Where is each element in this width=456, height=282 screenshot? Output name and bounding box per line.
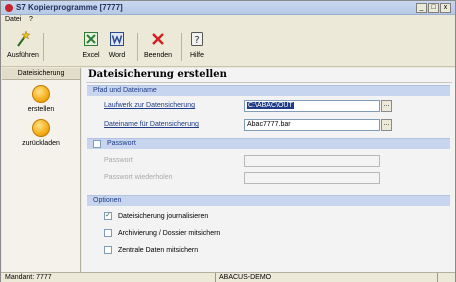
password-field[interactable] bbox=[244, 155, 380, 167]
status-bar: Mandant: 7777 ABACUS-DEMO bbox=[1, 272, 455, 282]
close-x-icon bbox=[151, 29, 165, 49]
option-central[interactable]: Zentrale Daten mitsichern bbox=[104, 246, 198, 254]
title-divider bbox=[86, 82, 452, 83]
word-label: Word bbox=[108, 52, 126, 59]
status-divider bbox=[437, 273, 438, 282]
title-bar[interactable]: S7 Kopierprogramme [7777] _ □ x bbox=[1, 1, 455, 15]
option-archive-label: Archivierung / Dossier mitsichern bbox=[118, 229, 221, 237]
option-central-label: Zentrale Daten mitsichern bbox=[118, 246, 199, 254]
sidebar-item-create[interactable]: erstellen bbox=[2, 85, 80, 113]
run-button[interactable]: Ausführen bbox=[7, 29, 39, 63]
sidebar-item-restore[interactable]: zurückladen bbox=[2, 119, 80, 147]
password-repeat-label: Passwort wiederholen bbox=[104, 174, 173, 181]
sidebar-item-label: zurückladen bbox=[22, 140, 60, 147]
drive-browse-button[interactable]: ... bbox=[381, 100, 392, 112]
section-path-label: Pfad und Dateiname bbox=[93, 87, 157, 94]
section-options: Optionen bbox=[87, 195, 450, 206]
quit-button[interactable]: Beenden bbox=[141, 29, 175, 63]
option-central-checkbox[interactable] bbox=[104, 246, 112, 254]
excel-label: Excel bbox=[82, 52, 100, 59]
file-label-link[interactable]: Dateiname für Datensicherung bbox=[104, 121, 199, 128]
drive-label-link[interactable]: Laufwerk zur Datensicherung bbox=[104, 102, 195, 109]
maximize-button[interactable]: □ bbox=[428, 3, 439, 13]
section-options-label: Optionen bbox=[93, 197, 122, 204]
option-journal[interactable]: ✓ Dateisicherung journalisieren bbox=[104, 212, 208, 220]
file-browse-button[interactable]: ... bbox=[381, 119, 392, 131]
sidebar-header[interactable]: Dateisicherung bbox=[2, 68, 80, 80]
option-archive-checkbox[interactable] bbox=[104, 229, 112, 237]
status-mandant: Mandant: 7777 bbox=[5, 274, 52, 281]
menu-datei[interactable]: Datei bbox=[5, 16, 21, 23]
sidebar: Dateisicherung erstellen zurückladen bbox=[2, 68, 81, 272]
excel-icon bbox=[84, 29, 98, 49]
page-title: Dateisicherung erstellen bbox=[88, 69, 227, 80]
sidebar-item-label: erstellen bbox=[27, 106, 55, 113]
close-button[interactable]: x bbox=[440, 3, 451, 13]
word-button[interactable]: Word bbox=[106, 29, 128, 63]
section-path: Pfad und Dateiname bbox=[87, 85, 450, 96]
menu-bar: Datei ? bbox=[1, 15, 455, 25]
toolbar-separator bbox=[137, 33, 138, 61]
status-divider bbox=[215, 273, 216, 282]
wand-icon bbox=[15, 29, 31, 49]
option-journal-label: Dateisicherung journalisieren bbox=[118, 212, 209, 220]
password-checkbox[interactable] bbox=[93, 140, 101, 148]
toolbar-separator bbox=[43, 33, 44, 61]
toolbar-separator bbox=[181, 33, 182, 61]
section-password-label: Passwort bbox=[107, 140, 136, 147]
status-company: ABACUS-DEMO bbox=[219, 274, 272, 281]
toolbar: Ausführen Excel Word Beenden ? Hilfe bbox=[1, 25, 455, 67]
help-label: Hilfe bbox=[189, 52, 204, 59]
run-label: Ausführen bbox=[7, 52, 39, 59]
application-window: S7 Kopierprogramme [7777] _ □ x Datei ? … bbox=[0, 0, 456, 282]
drive-value: C:\ABAC\OUT bbox=[247, 102, 294, 109]
window-title: S7 Kopierprogramme [7777] bbox=[16, 3, 123, 12]
drive-field[interactable]: C:\ABAC\OUT bbox=[244, 100, 380, 112]
svg-text:?: ? bbox=[194, 35, 199, 46]
app-icon bbox=[5, 4, 13, 12]
word-icon bbox=[110, 29, 124, 49]
password-repeat-field[interactable] bbox=[244, 172, 380, 184]
file-name-field[interactable]: Abac7777.bar bbox=[244, 119, 380, 131]
option-journal-checkbox[interactable]: ✓ bbox=[104, 212, 112, 220]
section-password: Passwort bbox=[87, 138, 450, 149]
window-controls: _ □ x bbox=[416, 3, 451, 13]
main-panel: Dateisicherung erstellen Pfad und Datein… bbox=[82, 68, 455, 272]
backup-restore-icon bbox=[32, 119, 50, 137]
help-button[interactable]: ? Hilfe bbox=[187, 29, 207, 63]
option-archive[interactable]: Archivierung / Dossier mitsichern bbox=[104, 229, 220, 237]
menu-help[interactable]: ? bbox=[29, 16, 33, 23]
backup-create-icon bbox=[32, 85, 50, 103]
help-icon: ? bbox=[191, 29, 203, 49]
password-label: Passwort bbox=[104, 157, 133, 164]
minimize-button[interactable]: _ bbox=[416, 3, 427, 13]
excel-button[interactable]: Excel bbox=[81, 29, 101, 63]
quit-label: Beenden bbox=[143, 52, 173, 59]
